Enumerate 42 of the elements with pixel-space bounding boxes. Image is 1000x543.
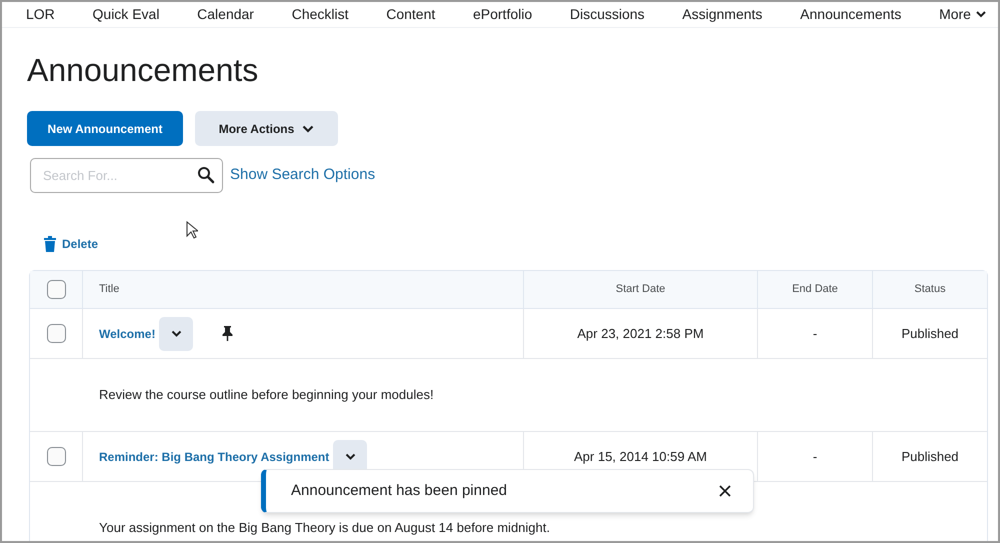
nav-link[interactable]: Discussions: [570, 4, 645, 25]
nav-link[interactable]: Assignments: [682, 4, 762, 25]
announcement-title-link[interactable]: Reminder: Big Bang Theory Assignment: [99, 448, 330, 466]
show-search-options-link[interactable]: Show Search Options: [230, 164, 376, 187]
page-title: Announcements: [27, 51, 260, 90]
checkbox[interactable]: [46, 447, 66, 466]
mouse-cursor-icon: [186, 221, 198, 239]
more-menu-button[interactable]: More: [939, 4, 986, 25]
new-announcement-button[interactable]: New Announcement: [27, 111, 183, 146]
more-actions-button[interactable]: More Actions: [195, 111, 338, 146]
announcement-body: Your assignment on the Big Bang Theory is due on August 14 before midnight.: [99, 519, 550, 537]
checkbox[interactable]: [46, 280, 66, 299]
nav-link[interactable]: Calendar: [197, 4, 254, 25]
delete-button[interactable]: Delete: [44, 235, 98, 253]
announcement-body: Review the course outline before beginning your modules!: [99, 386, 434, 404]
dropdown-button[interactable]: [159, 316, 194, 350]
nav-link[interactable]: Announcements: [800, 4, 902, 25]
toast-message: Announcement has been pinned: [291, 480, 508, 501]
nav-link[interactable]: ePortfolio: [472, 4, 532, 25]
nav-link[interactable]: LOR: [26, 4, 55, 25]
checkbox[interactable]: [46, 324, 66, 343]
chevron-down-icon: [344, 453, 356, 460]
chevron-down-icon: [976, 11, 986, 18]
table-cell-text: -: [812, 324, 818, 343]
column-header: Status: [914, 282, 946, 298]
table-cell-text: -: [812, 448, 818, 466]
table-cell-text: Published: [901, 448, 959, 466]
nav-link[interactable]: Checklist: [292, 4, 348, 25]
table-cell-text: Apr 23, 2021 2:58 PM: [577, 324, 704, 343]
column-header: End Date: [792, 282, 838, 298]
trash-icon: [44, 236, 56, 252]
column-header: Start Date: [616, 282, 666, 298]
nav-link[interactable]: Quick Eval: [92, 4, 160, 25]
chevron-down-icon: [302, 124, 314, 132]
announcement-title-link[interactable]: Welcome!: [99, 324, 156, 342]
chevron-down-icon: [170, 330, 182, 337]
column-header: Title: [99, 282, 120, 298]
table-cell-text: Published: [901, 324, 959, 343]
search-icon[interactable]: [197, 166, 215, 184]
nav-link[interactable]: Content: [386, 4, 436, 25]
table-cell-text: Apr 15, 2014 10:59 AM: [574, 448, 707, 466]
search-field[interactable]: Search For...: [30, 158, 223, 193]
